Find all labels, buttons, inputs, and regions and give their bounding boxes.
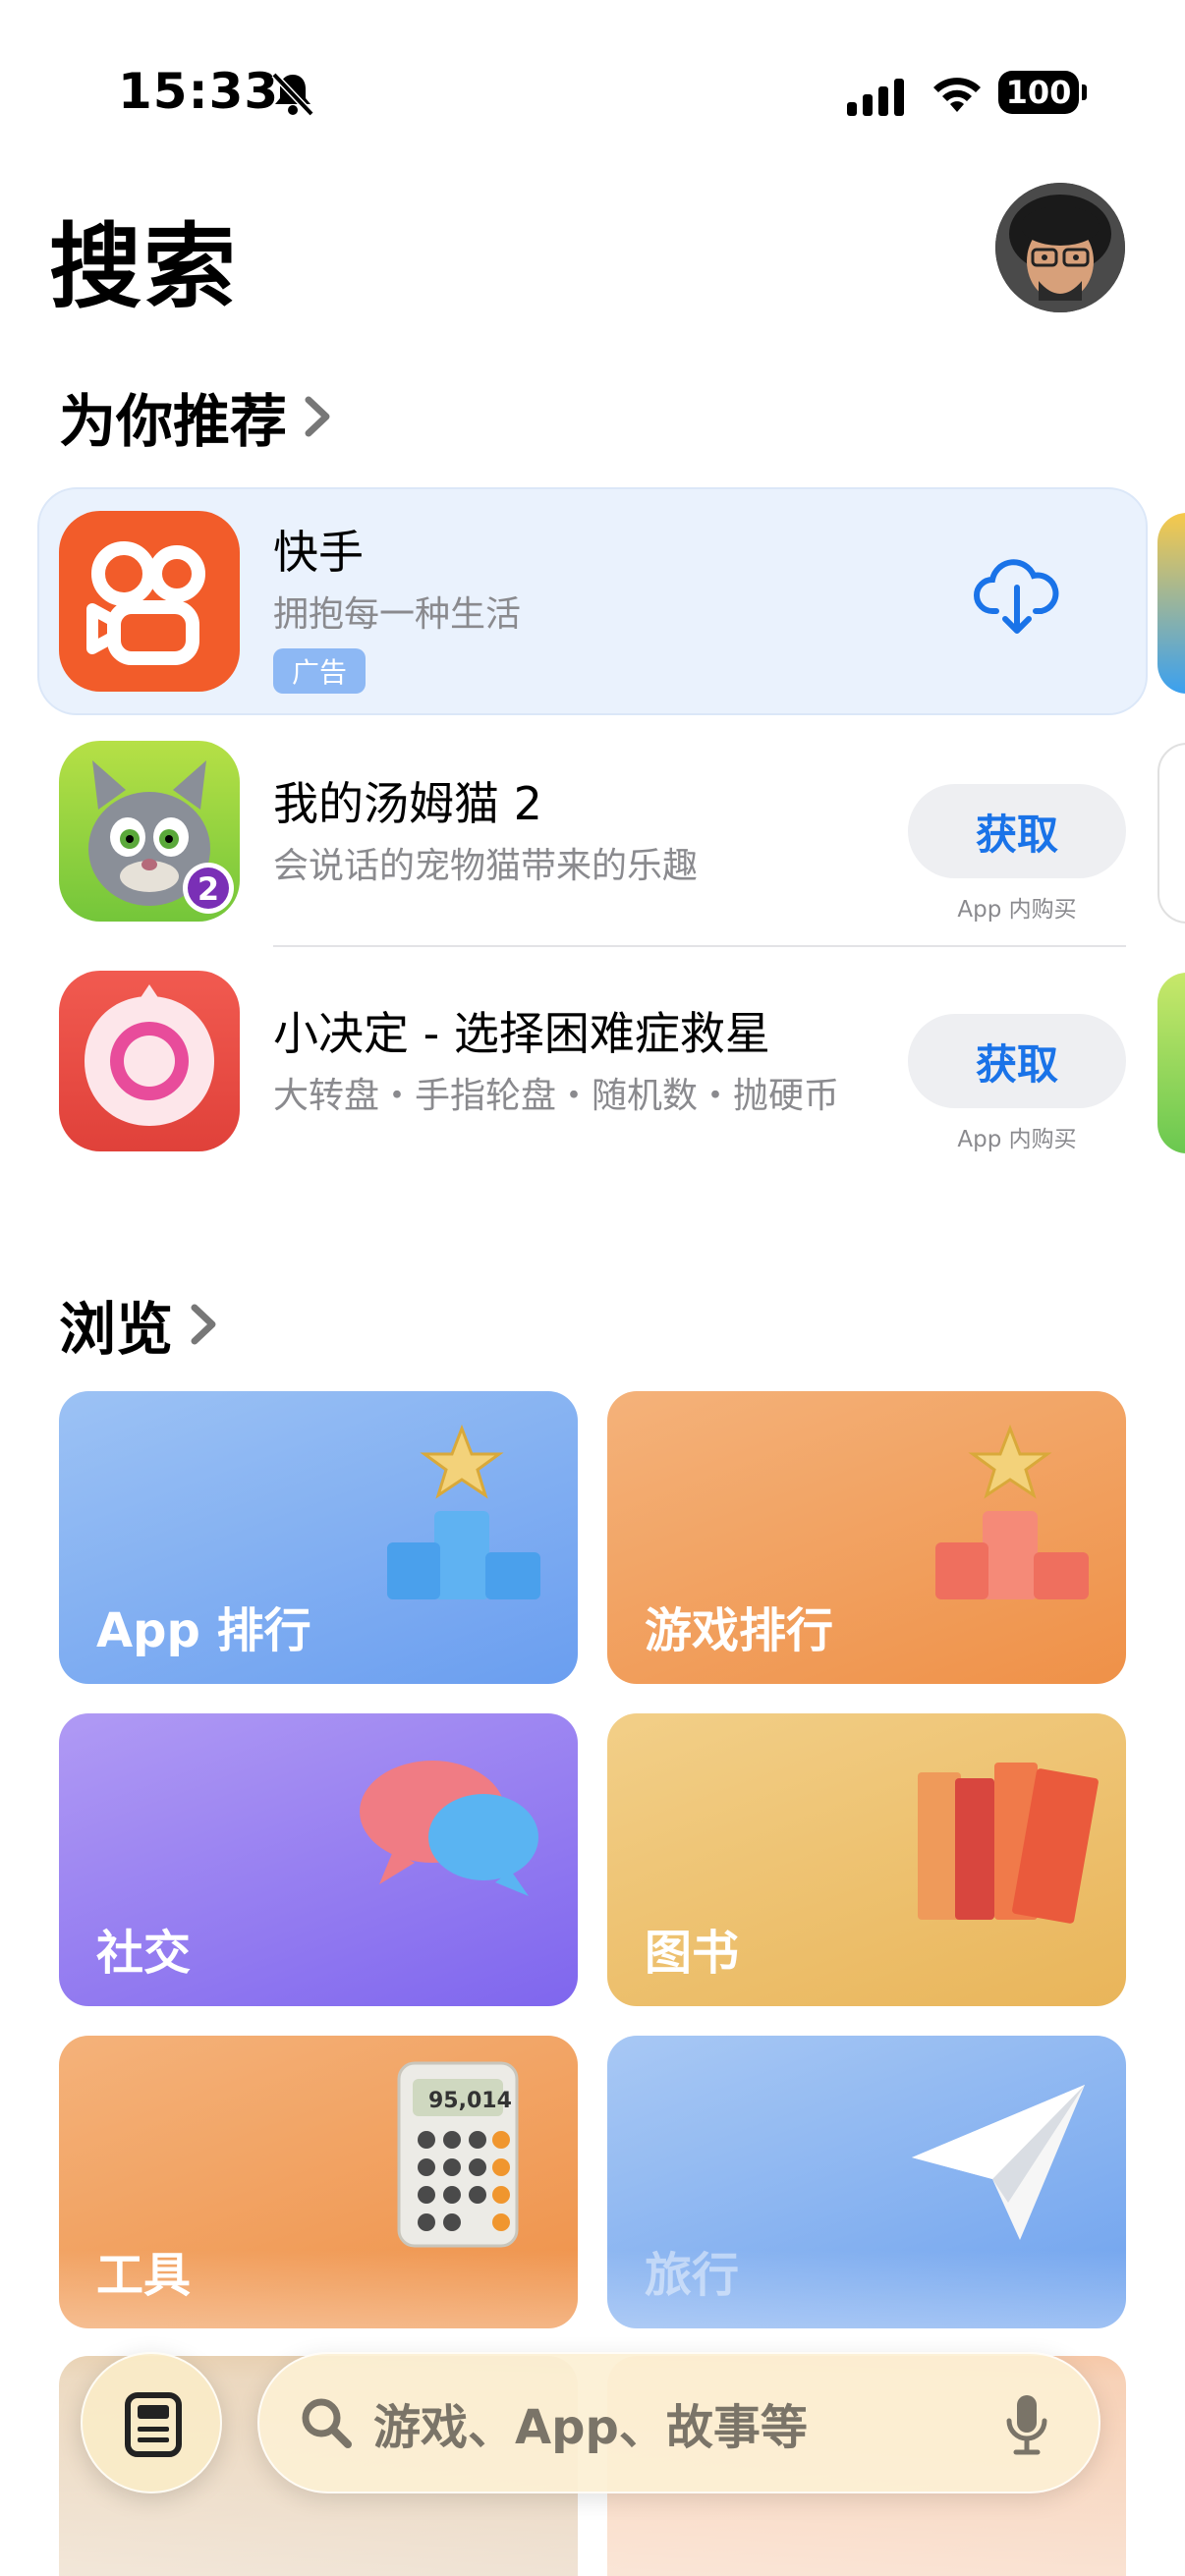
recommend-section-title: 为你推荐 (59, 388, 288, 455)
app-subtitle: 会说话的宠物猫带来的乐趣 (273, 846, 699, 886)
browse-tile-social[interactable]: 社交 (59, 1713, 578, 2006)
battery-indicator: 100 (998, 71, 1087, 114)
chat-bubbles-icon (360, 1761, 538, 1896)
browse-tile-game-ranking[interactable]: 游戏排行 (607, 1391, 1126, 1684)
books-icon (918, 1763, 1099, 1924)
chevron-right-icon (305, 396, 330, 437)
today-icon (125, 2392, 182, 2457)
paper-plane-icon (912, 2085, 1085, 2240)
mute-bell-icon (271, 72, 314, 117)
next-page-peek (1157, 743, 1185, 924)
in-app-purchase-note: App 内购买 (957, 897, 1077, 923)
memoji-avatar-icon (995, 183, 1125, 312)
app-subtitle: 大转盘・手指轮盘・随机数・抛硬币 (273, 1076, 840, 1116)
podium-icon (935, 1424, 1089, 1599)
microphone-icon[interactable] (1004, 2393, 1049, 2456)
today-tab-button[interactable] (81, 2352, 222, 2493)
browse-section-header[interactable]: 浏览 (59, 1283, 220, 1366)
avatar[interactable] (995, 183, 1125, 312)
search-icon (302, 2398, 352, 2448)
tile-label: App 排行 (96, 1603, 311, 1658)
app-name: 小决定 - 选择困难症救星 (273, 1007, 770, 1060)
calculator-icon (397, 2061, 519, 2248)
search-field[interactable]: 游戏、App、故事等 (257, 2352, 1100, 2493)
browse-tile-app-ranking[interactable]: App 排行 (59, 1391, 578, 1684)
podium-icon (387, 1424, 540, 1599)
wifi-icon (933, 78, 981, 112)
cloud-download-icon[interactable] (973, 554, 1061, 637)
tile-label: 游戏排行 (645, 1603, 834, 1658)
app-name: 快手 (273, 526, 364, 579)
signal-icon (847, 79, 904, 116)
search-placeholder: 游戏、App、故事等 (373, 2400, 808, 2455)
app-name: 我的汤姆猫 2 (273, 777, 542, 830)
svg-text:2: 2 (198, 870, 219, 908)
recommend-section-header[interactable]: 为你推荐 (59, 375, 334, 458)
app-subtitle: 拥抱每一种生活 (273, 594, 522, 635)
tile-label: 图书 (645, 1926, 740, 1981)
kuaishou-app-icon[interactable] (59, 511, 240, 692)
next-page-peek (1157, 973, 1185, 1153)
divider (273, 945, 1126, 947)
calculator-display: 95,014 (428, 2089, 512, 2113)
tile-label: 社交 (96, 1926, 192, 1981)
get-button[interactable]: 获取 (908, 784, 1126, 878)
next-page-peek (1157, 513, 1185, 694)
ad-badge: 广告 (273, 648, 366, 694)
talking-tom-app-icon[interactable]: 2 (59, 741, 240, 922)
browse-section-title: 浏览 (59, 1296, 174, 1363)
get-button[interactable]: 获取 (908, 1014, 1126, 1108)
decision-app-icon[interactable] (59, 971, 240, 1151)
browse-tile-books[interactable]: 图书 (607, 1713, 1126, 2006)
page-title: 搜索 (49, 214, 239, 321)
in-app-purchase-note: App 内购买 (957, 1127, 1077, 1152)
chevron-right-icon (191, 1304, 216, 1345)
status-time: 15:33 (118, 63, 280, 120)
